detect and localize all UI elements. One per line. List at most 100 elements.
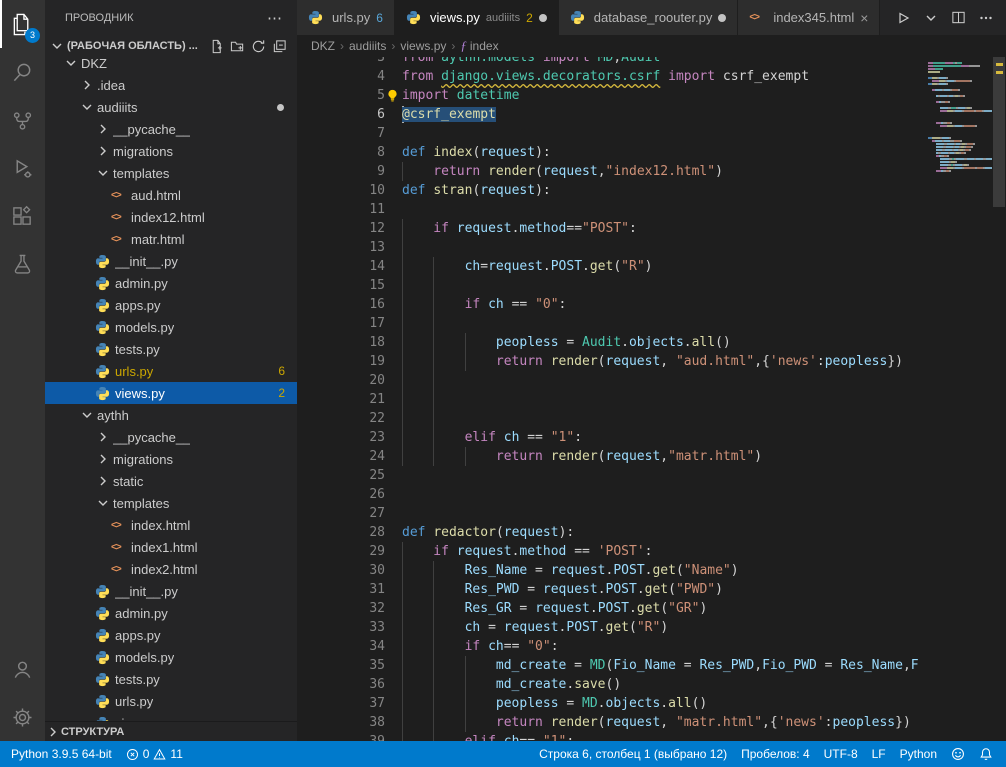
code-line-17[interactable]: [402, 314, 928, 333]
tree-item-tests.py[interactable]: tests.py: [45, 668, 297, 690]
activity-source-control-icon[interactable]: [0, 96, 45, 144]
status-feedback[interactable]: [944, 741, 972, 767]
code-line-6[interactable]: @csrf_exempt: [402, 105, 928, 124]
tree-item-index12.html[interactable]: <>index12.html: [45, 206, 297, 228]
code-line-30[interactable]: Res_Name = request.POST.get("Name"): [402, 561, 928, 580]
activity-testing-icon[interactable]: [0, 240, 45, 288]
tree-item-__init__.py[interactable]: __init__.py: [45, 580, 297, 602]
split-editor-icon[interactable]: [951, 10, 966, 25]
code-line-39[interactable]: elif ch== "1":: [402, 732, 928, 741]
code-line-21[interactable]: [402, 390, 928, 409]
tree-item-urls.py[interactable]: urls.py: [45, 690, 297, 712]
code-line-15[interactable]: [402, 276, 928, 295]
code-line-28[interactable]: def redactor(request):: [402, 523, 928, 542]
code-line-11[interactable]: [402, 200, 928, 219]
tree-item-apps.py[interactable]: apps.py: [45, 294, 297, 316]
tree-item-matr.html[interactable]: <>matr.html: [45, 228, 297, 250]
activity-explorer-icon[interactable]: 3: [0, 0, 45, 48]
code-line-13[interactable]: [402, 238, 928, 257]
tree-item-tests.py[interactable]: tests.py: [45, 338, 297, 360]
editor-scrollbar[interactable]: [992, 57, 1006, 741]
tree-item-migrations[interactable]: migrations: [45, 448, 297, 470]
activity-run-debug-icon[interactable]: [0, 144, 45, 192]
tree-item-__pycache__[interactable]: __pycache__: [45, 426, 297, 448]
activity-search-icon[interactable]: [0, 48, 45, 96]
tree-item-views.py[interactable]: views.py: [45, 712, 297, 721]
breadcrumb-item-views.py[interactable]: views.py: [400, 39, 446, 53]
tree-item-index2.html[interactable]: <>index2.html: [45, 558, 297, 580]
tree-item-migrations[interactable]: migrations: [45, 140, 297, 162]
tab-index345.html[interactable]: <>index345.html×: [738, 0, 880, 35]
tab-views.py[interactable]: views.pyaudiiits2: [395, 0, 559, 35]
status-cursor-position[interactable]: Строка 6, столбец 1 (выбрано 12): [532, 741, 734, 767]
code-line-34[interactable]: if ch== "0":: [402, 637, 928, 656]
tree-item-aud.html[interactable]: <>aud.html: [45, 184, 297, 206]
status-encoding[interactable]: UTF-8: [817, 741, 865, 767]
activity-settings-icon[interactable]: [0, 693, 45, 741]
code-line-23[interactable]: elif ch == "1":: [402, 428, 928, 447]
tree-item-admin.py[interactable]: admin.py: [45, 602, 297, 624]
code-line-36[interactable]: md_create.save(): [402, 675, 928, 694]
tab-database_roouter.py[interactable]: database_roouter.py: [559, 0, 739, 35]
code-line-27[interactable]: [402, 504, 928, 523]
activity-extensions-icon[interactable]: [0, 192, 45, 240]
scrollbar-thumb[interactable]: [993, 57, 1005, 207]
status-indentation[interactable]: Пробелов: 4: [734, 741, 817, 767]
code-line-9[interactable]: return render(request,"index12.html"): [402, 162, 928, 181]
lightbulb-icon[interactable]: [386, 89, 399, 102]
minimap[interactable]: [928, 57, 992, 741]
status-problems[interactable]: 011: [119, 741, 190, 767]
code-line-19[interactable]: return render(request, "aud.html",{'news…: [402, 352, 928, 371]
code-editor[interactable]: 3456789101112131415161718192021222324252…: [297, 57, 1006, 741]
code-line-12[interactable]: if request.method=="POST":: [402, 219, 928, 238]
code-line-26[interactable]: [402, 485, 928, 504]
dirty-indicator[interactable]: [718, 14, 726, 22]
code-line-7[interactable]: [402, 124, 928, 143]
code-line-20[interactable]: [402, 371, 928, 390]
code-line-16[interactable]: if ch == "0":: [402, 295, 928, 314]
code-line-37[interactable]: peopless = MD.objects.all(): [402, 694, 928, 713]
tree-item-DKZ[interactable]: DKZ: [45, 52, 297, 74]
breadcrumb-item-index[interactable]: ƒindex: [460, 38, 498, 54]
tree-item-views.py[interactable]: views.py2: [45, 382, 297, 404]
tree-item-__pycache__[interactable]: __pycache__: [45, 118, 297, 140]
code-line-10[interactable]: def stran(request):: [402, 181, 928, 200]
tab-urls.py[interactable]: urls.py6: [297, 0, 395, 35]
tree-item-urls.py[interactable]: urls.py6: [45, 360, 297, 382]
tree-item-.idea[interactable]: .idea: [45, 74, 297, 96]
code-line-24[interactable]: return render(request,"matr.html"): [402, 447, 928, 466]
code-line-31[interactable]: Res_PWD = request.POST.get("PWD"): [402, 580, 928, 599]
code-line-35[interactable]: md_create = MD(Fio_Name = Res_PWD,Fio_PW…: [402, 656, 928, 675]
status-eol[interactable]: LF: [865, 741, 893, 767]
dirty-indicator[interactable]: [539, 14, 547, 22]
code-line-5[interactable]: import datetime: [402, 86, 928, 105]
close-icon[interactable]: ×: [860, 10, 868, 26]
tree-item-models.py[interactable]: models.py: [45, 316, 297, 338]
code-line-33[interactable]: ch = request.POST.get("R"): [402, 618, 928, 637]
more-actions-icon[interactable]: ⋯: [267, 9, 283, 27]
tree-item-models.py[interactable]: models.py: [45, 646, 297, 668]
tree-item-audiiits[interactable]: audiiits: [45, 96, 297, 118]
code-line-8[interactable]: def index(request):: [402, 143, 928, 162]
code-line-4[interactable]: from django.views.decorators.csrf import…: [402, 67, 928, 86]
tree-item-static[interactable]: static: [45, 470, 297, 492]
activity-account-icon[interactable]: [0, 645, 45, 693]
code-line-29[interactable]: if request.method == 'POST':: [402, 542, 928, 561]
status-language-mode[interactable]: Python: [893, 741, 944, 767]
tree-item-templates[interactable]: templates: [45, 492, 297, 514]
breadcrumb-item-audiiits[interactable]: audiiits: [349, 39, 386, 53]
breadcrumb-item-DKZ[interactable]: DKZ: [311, 39, 335, 53]
tree-item-__init__.py[interactable]: __init__.py: [45, 250, 297, 272]
run-icon[interactable]: [895, 10, 911, 26]
tree-item-templates[interactable]: templates: [45, 162, 297, 184]
status-notifications[interactable]: [972, 741, 1000, 767]
code-line-18[interactable]: peopless = Audit.objects.all(): [402, 333, 928, 352]
code-line-25[interactable]: [402, 466, 928, 485]
tree-item-index1.html[interactable]: <>index1.html: [45, 536, 297, 558]
tree-item-index.html[interactable]: <>index.html: [45, 514, 297, 536]
code-line-38[interactable]: return render(request, "matr.html",{'new…: [402, 713, 928, 732]
tree-item-aythh[interactable]: aythh: [45, 404, 297, 426]
code-line-22[interactable]: [402, 409, 928, 428]
chevron-down-icon[interactable]: [923, 10, 939, 26]
code-line-3[interactable]: from aythh.models import MD,Audit: [402, 57, 928, 67]
